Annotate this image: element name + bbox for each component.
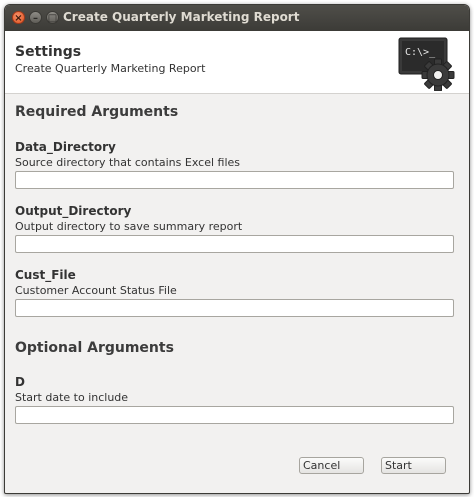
page-title: Settings [15, 44, 82, 60]
cust-file-description: Customer Account Status File [15, 284, 177, 297]
d-description: Start date to include [15, 391, 129, 404]
d-label: D [15, 375, 25, 389]
maximize-window-button[interactable]: □ [46, 11, 59, 24]
cust-file-label: Cust_File [15, 268, 76, 282]
start-button[interactable]: Start [381, 457, 446, 474]
settings-header: Settings Create Quarterly Marketing Repo… [5, 31, 469, 94]
page-subtitle: Create Quarterly Marketing Report [15, 62, 206, 75]
optional-arguments-heading: Optional Arguments [15, 340, 174, 356]
title-bar[interactable]: × – □ Create Quarterly Marketing Report [5, 5, 469, 32]
output-directory-label: Output_Directory [15, 204, 132, 218]
data-directory-label: Data_Directory [15, 140, 116, 154]
output-directory-description: Output directory to save summary report [15, 220, 243, 233]
data-directory-description: Source directory that contains Excel fil… [15, 156, 240, 169]
data-directory-input[interactable] [15, 171, 454, 189]
terminal-gear-icon: C:\>_ [398, 37, 455, 91]
cust-file-input[interactable] [15, 299, 454, 317]
cancel-button[interactable]: Cancel [299, 457, 364, 474]
output-directory-input[interactable] [15, 235, 454, 253]
window-title: Create Quarterly Marketing Report [63, 10, 300, 24]
required-arguments-heading: Required Arguments [15, 104, 179, 120]
close-window-button[interactable]: × [12, 11, 25, 24]
minimize-window-button[interactable]: – [29, 11, 42, 24]
start-date-input[interactable] [15, 406, 454, 424]
terminal-prompt-text: C:\>_ [405, 47, 436, 58]
app-window: × – □ Create Quarterly Marketing Report … [4, 4, 470, 494]
